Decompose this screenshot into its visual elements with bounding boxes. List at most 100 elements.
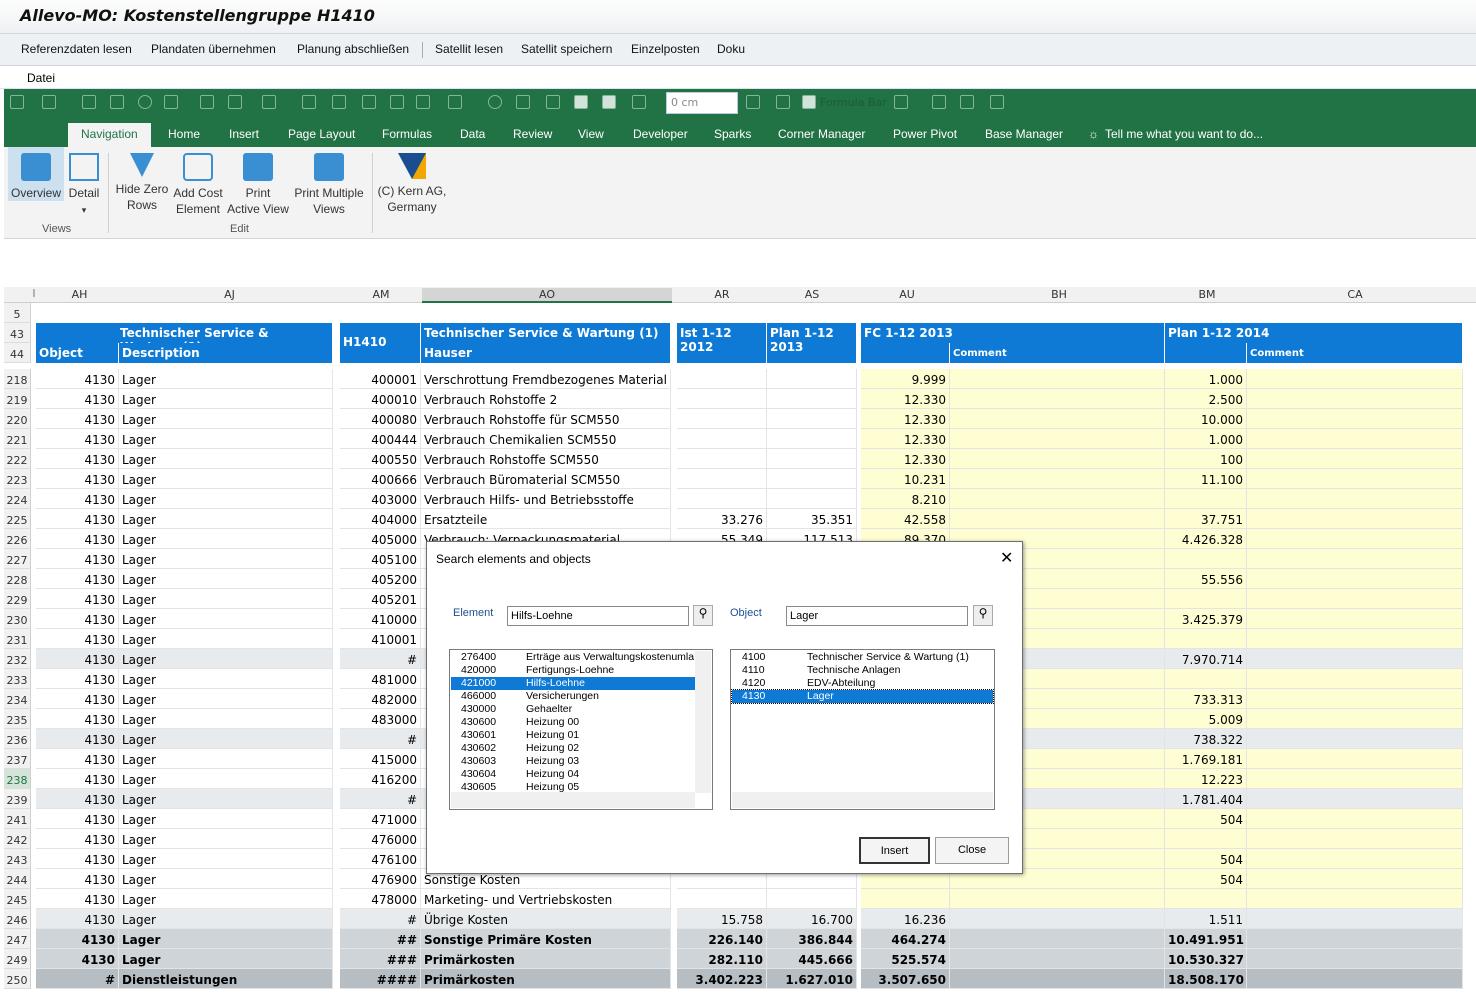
cell-object[interactable]: # <box>36 969 119 989</box>
cell-plan-2013[interactable] <box>767 409 857 429</box>
cell-description[interactable]: Lager <box>119 809 333 829</box>
cell-description[interactable]: Lager <box>119 689 333 709</box>
toolbar-icon[interactable] <box>960 95 974 109</box>
cell-plan-2014[interactable] <box>1165 829 1247 849</box>
toolbar-icon[interactable] <box>932 95 946 109</box>
row-number[interactable]: 236 <box>4 729 31 749</box>
cell-plan-2013[interactable] <box>767 429 857 449</box>
cell-plan-2014[interactable]: 18.508.170 <box>1165 969 1247 989</box>
cell-account[interactable]: 405000 <box>340 529 421 549</box>
cell-comment[interactable] <box>1247 809 1463 829</box>
row-number[interactable]: 220 <box>4 409 31 429</box>
cell-ist-2012[interactable] <box>677 409 767 429</box>
cell-fc-2013[interactable]: 9.999 <box>861 369 950 389</box>
cell-comment[interactable] <box>1247 629 1463 649</box>
size-input[interactable]: 0 cm <box>666 92 738 114</box>
cell-account[interactable]: 471000 <box>340 809 421 829</box>
cell-plan-2014[interactable]: 1.769.181 <box>1165 749 1247 769</box>
cell-account[interactable]: # <box>340 649 421 669</box>
column-header-bm[interactable]: BM <box>1166 288 1248 301</box>
cell-plan-2014[interactable] <box>1165 629 1247 649</box>
cell-object[interactable]: 4130 <box>36 529 119 549</box>
cell-comment[interactable] <box>1247 789 1463 809</box>
cell-ist-2012[interactable] <box>677 429 767 449</box>
tab-data[interactable]: Data <box>460 127 485 141</box>
cell-description[interactable]: Lager <box>119 709 333 729</box>
cell-fc-2013[interactable]: 3.507.650 <box>861 969 950 989</box>
file-menu[interactable]: Datei <box>27 71 55 85</box>
cell-account[interactable]: 476900 <box>340 869 421 889</box>
cell-account-name[interactable]: Primärkosten <box>421 949 671 969</box>
tell-me-search[interactable]: Tell me what you want to do... <box>1105 127 1263 141</box>
cell-plan-2014[interactable]: 1.000 <box>1165 369 1247 389</box>
grid-icon[interactable] <box>164 95 178 109</box>
cell-plan-2013[interactable]: 35.351 <box>767 509 857 529</box>
cell-comment[interactable] <box>950 469 1165 489</box>
satellit-speichern-button[interactable]: Satellit speichern <box>521 42 612 56</box>
row-number[interactable]: 226 <box>4 529 31 549</box>
cell-account[interactable]: 400550 <box>340 449 421 469</box>
cell-description[interactable]: Lager <box>119 549 333 569</box>
cell-account[interactable]: 415000 <box>340 749 421 769</box>
cell-plan-2013[interactable] <box>767 389 857 409</box>
cell-account[interactable]: 400001 <box>340 369 421 389</box>
upload-icon[interactable] <box>574 95 588 109</box>
cell-account[interactable]: ### <box>340 949 421 969</box>
cell-fc-2013[interactable]: 10.231 <box>861 469 950 489</box>
cell-fc-2013[interactable] <box>861 889 950 909</box>
cell-comment[interactable] <box>1247 669 1463 689</box>
cell-description[interactable]: Lager <box>119 929 333 949</box>
cell-comment[interactable] <box>1247 449 1463 469</box>
cell-plan-2013[interactable]: 16.700 <box>767 909 857 929</box>
back-icon[interactable] <box>602 95 616 109</box>
tab-home[interactable]: Home <box>168 127 200 141</box>
cell-account[interactable]: 416200 <box>340 769 421 789</box>
cell-comment[interactable] <box>1247 409 1463 429</box>
toolbar-icon[interactable] <box>746 95 760 109</box>
formula-bar-checkbox[interactable] <box>802 95 816 109</box>
cell-ist-2012[interactable] <box>677 389 767 409</box>
row-number[interactable]: 5 <box>4 303 31 323</box>
cell-plan-2014[interactable]: 12.223 <box>1165 769 1247 789</box>
cell-comment[interactable] <box>1247 429 1463 449</box>
list-item[interactable]: 430602 Heizung 02 <box>451 742 695 755</box>
cell-object[interactable]: 4130 <box>36 589 119 609</box>
cell-comment[interactable] <box>1247 609 1463 629</box>
cell-plan-2014[interactable] <box>1165 669 1247 689</box>
cell-account[interactable]: 476100 <box>340 849 421 869</box>
list-item[interactable]: 466000 Versicherungen <box>451 690 695 703</box>
column-header-ar[interactable]: AR <box>678 288 766 301</box>
cell-comment[interactable] <box>1247 829 1463 849</box>
cell-comment[interactable] <box>1247 709 1463 729</box>
cell-object[interactable]: 4130 <box>36 829 119 849</box>
close-icon[interactable]: ✕ <box>1000 548 1013 567</box>
cell-comment[interactable] <box>950 409 1165 429</box>
list-item[interactable]: 420000 Fertigungs-Loehne <box>451 664 695 677</box>
list-item[interactable]: 430601 Heizung 01 <box>451 729 695 742</box>
cell-plan-2014[interactable]: 10.530.327 <box>1165 949 1247 969</box>
list-item[interactable]: 4120 EDV-Abteilung <box>732 677 993 690</box>
list-item[interactable]: 276400 Erträge aus Verwaltungskostenumla <box>451 651 695 664</box>
cell-object[interactable]: 4130 <box>36 389 119 409</box>
cell-description[interactable]: Lager <box>119 489 333 509</box>
column-header-au[interactable]: AU <box>862 288 952 301</box>
cell-description[interactable]: Lager <box>119 889 333 909</box>
print-active-view-button[interactable]: Print Active View <box>226 147 290 217</box>
add-cost-element-button[interactable]: Add Cost Element <box>170 147 226 217</box>
list-item[interactable]: 430604 Heizung 04 <box>451 768 695 781</box>
cell-object[interactable]: 4130 <box>36 809 119 829</box>
cell-description[interactable]: Lager <box>119 729 333 749</box>
undo-icon[interactable] <box>632 95 646 109</box>
cell-object[interactable]: 4130 <box>36 649 119 669</box>
doku-button[interactable]: Doku <box>717 42 745 56</box>
cell-plan-2014[interactable] <box>1165 889 1247 909</box>
cell-account-name[interactable]: Verbrauch Rohstoffe 2 <box>421 389 671 409</box>
cell-description[interactable]: Lager <box>119 829 333 849</box>
cell-plan-2014[interactable]: 504 <box>1165 809 1247 829</box>
row-number[interactable]: 231 <box>4 629 31 649</box>
cell-account[interactable]: 478000 <box>340 889 421 909</box>
cell-ist-2012[interactable]: 282.110 <box>677 949 767 969</box>
cell-object[interactable]: 4130 <box>36 509 119 529</box>
planung-abschliessen-button[interactable]: Planung abschließen <box>297 42 409 56</box>
cell-object[interactable]: 4130 <box>36 949 119 969</box>
